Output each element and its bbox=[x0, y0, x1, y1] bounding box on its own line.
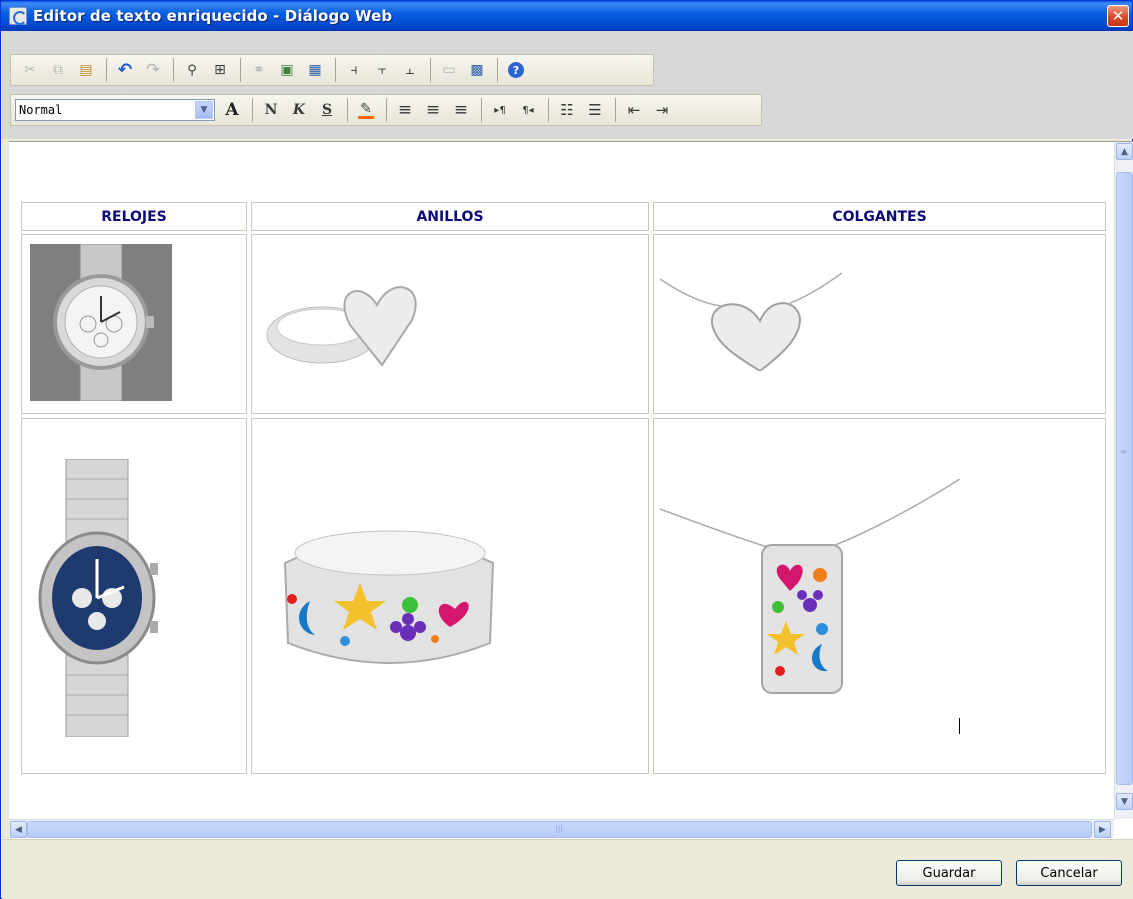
toolbar-separator bbox=[497, 58, 498, 82]
font-size-icon[interactable]: A bbox=[219, 98, 245, 122]
ltr-direction-icon[interactable]: ▸¶ bbox=[487, 98, 513, 122]
toolbar-separator bbox=[252, 98, 253, 122]
horizontal-scrollbar[interactable]: ◀ ||| ▶ bbox=[9, 819, 1114, 838]
outdent-icon[interactable]: ⇤ bbox=[621, 98, 647, 122]
highlight-color-icon[interactable]: ✎ bbox=[353, 98, 379, 122]
toolbar-separator bbox=[173, 58, 174, 82]
unordered-list-icon[interactable]: ☰ bbox=[582, 98, 608, 122]
table-cell[interactable] bbox=[21, 418, 247, 774]
rtl-direction-icon[interactable]: ¶◂ bbox=[515, 98, 541, 122]
style-select-value: Normal bbox=[19, 103, 63, 117]
insert-row-icon[interactable]: ⫟ bbox=[369, 58, 395, 82]
toolbar-separator bbox=[548, 98, 549, 122]
help-icon-glyph: ? bbox=[508, 62, 524, 78]
save-button[interactable]: Guardar bbox=[896, 860, 1002, 886]
image-icon[interactable]: ▣ bbox=[274, 58, 300, 82]
colorful-ring-image[interactable] bbox=[280, 523, 498, 673]
ordered-list-icon[interactable]: ☷ bbox=[554, 98, 580, 122]
toolbar-separator bbox=[481, 98, 482, 122]
dialog-window: Editor de texto enriquecido - Diálogo We… bbox=[0, 0, 1133, 899]
blue-watch-illustration bbox=[38, 458, 158, 738]
link-icon[interactable]: ⚭ bbox=[246, 58, 272, 82]
text-caret bbox=[959, 718, 960, 734]
scroll-down-icon[interactable]: ▼ bbox=[1116, 793, 1133, 810]
products-table[interactable]: RELOJES ANILLOS COLGANTES bbox=[21, 202, 1106, 776]
insert-table-icon[interactable]: ▦ bbox=[302, 58, 328, 82]
heart-pendant-illustration bbox=[659, 272, 843, 373]
chevron-down-icon[interactable]: ▼ bbox=[195, 101, 213, 119]
table-cell[interactable] bbox=[251, 418, 649, 774]
strikethrough-button[interactable]: S bbox=[314, 98, 340, 122]
insert-column-icon[interactable]: ⫞ bbox=[341, 58, 367, 82]
toolbar-separator bbox=[347, 98, 348, 122]
toolbar-separator bbox=[430, 58, 431, 82]
paragraph-style-select[interactable]: Normal ▼ bbox=[15, 99, 215, 121]
close-button[interactable]: ✕ bbox=[1107, 5, 1129, 27]
dialog-footer: Guardar Cancelar bbox=[2, 839, 1133, 899]
toolbar-area: ✂ ⧉ ▤ ↶ ↷ ⚲ ⊞ ⚭ ▣ ▦ ⫞ ⫟ ⫠ ▭ ▩ ? Normal ▼… bbox=[2, 31, 1133, 139]
blue-watch-image[interactable] bbox=[36, 458, 158, 738]
watch-image[interactable] bbox=[30, 243, 172, 402]
heart-pendant-image[interactable] bbox=[659, 271, 843, 373]
toolbar-separator bbox=[386, 98, 387, 122]
align-center-icon[interactable]: ≡ bbox=[420, 98, 446, 122]
toolbar-row-1: ✂ ⧉ ▤ ↶ ↷ ⚲ ⊞ ⚭ ▣ ▦ ⫞ ⫟ ⫠ ▭ ▩ ? bbox=[10, 54, 654, 86]
horizontal-grip-icon: ||| bbox=[555, 824, 564, 833]
paste-icon[interactable]: ▤ bbox=[73, 58, 99, 82]
header-cell-relojes[interactable]: RELOJES bbox=[21, 202, 247, 231]
delete-column-icon[interactable]: ⫠ bbox=[397, 58, 423, 82]
toolbar-separator bbox=[335, 58, 336, 82]
ie-icon bbox=[9, 7, 27, 25]
select-all-icon[interactable]: ⊞ bbox=[207, 58, 233, 82]
toolbar-separator bbox=[615, 98, 616, 122]
toolbar-separator bbox=[106, 58, 107, 82]
vertical-scrollbar[interactable]: ▲ ≡ ▼ bbox=[1114, 142, 1133, 819]
heart-ring-image[interactable] bbox=[262, 265, 427, 383]
bold-button[interactable]: N bbox=[258, 98, 284, 122]
watch-illustration bbox=[53, 243, 154, 402]
find-icon[interactable]: ⚲ bbox=[179, 58, 205, 82]
table-border-icon[interactable]: ▭ bbox=[436, 58, 462, 82]
help-icon[interactable]: ? bbox=[503, 58, 529, 82]
colorful-pendant-image[interactable] bbox=[659, 478, 961, 699]
copy-icon[interactable]: ⧉ bbox=[45, 58, 71, 82]
vertical-scroll-thumb[interactable] bbox=[1116, 172, 1133, 785]
scroll-up-icon[interactable]: ▲ bbox=[1116, 143, 1133, 160]
highlight-pen-glyph: ✎ bbox=[360, 100, 372, 117]
cancel-button[interactable]: Cancelar bbox=[1016, 860, 1122, 886]
header-cell-anillos[interactable]: ANILLOS bbox=[251, 202, 649, 231]
cut-icon[interactable]: ✂ bbox=[17, 58, 43, 82]
editor-content-area[interactable]: RELOJES ANILLOS COLGANTES ▲ ≡ ▼ ◀ ||| ▶ bbox=[9, 141, 1133, 839]
scroll-right-icon[interactable]: ▶ bbox=[1094, 821, 1111, 838]
heart-ring-illustration bbox=[266, 286, 417, 367]
table-cell[interactable] bbox=[21, 234, 247, 414]
table-cell[interactable] bbox=[653, 234, 1106, 414]
align-right-icon[interactable]: ≡ bbox=[448, 98, 474, 122]
title-bar[interactable]: Editor de texto enriquecido - Diálogo We… bbox=[1, 1, 1132, 31]
toolbar-row-2: Normal ▼ A N K S ✎ ≡ ≡ ≡ ▸¶ ¶◂ ☷ ☰ ⇤ ⇥ bbox=[10, 94, 762, 126]
scroll-left-icon[interactable]: ◀ bbox=[10, 821, 27, 838]
colorful-ring-illustration bbox=[283, 530, 495, 664]
window-title: Editor de texto enriquecido - Diálogo We… bbox=[33, 7, 393, 25]
align-left-icon[interactable]: ≡ bbox=[392, 98, 418, 122]
toolbar-separator bbox=[240, 58, 241, 82]
indent-icon[interactable]: ⇥ bbox=[649, 98, 675, 122]
table-cell[interactable] bbox=[251, 234, 649, 414]
vertical-grip-icon: ≡ bbox=[1120, 447, 1127, 456]
italic-button[interactable]: K bbox=[286, 98, 312, 122]
table-props-icon[interactable]: ▩ bbox=[464, 58, 490, 82]
undo-icon[interactable]: ↶ bbox=[112, 58, 138, 82]
table-cell[interactable] bbox=[653, 418, 1106, 774]
colorful-pendant-illustration bbox=[659, 478, 961, 694]
redo-icon[interactable]: ↷ bbox=[140, 58, 166, 82]
highlight-color-bar bbox=[358, 115, 374, 119]
header-cell-colgantes[interactable]: COLGANTES bbox=[653, 202, 1106, 231]
